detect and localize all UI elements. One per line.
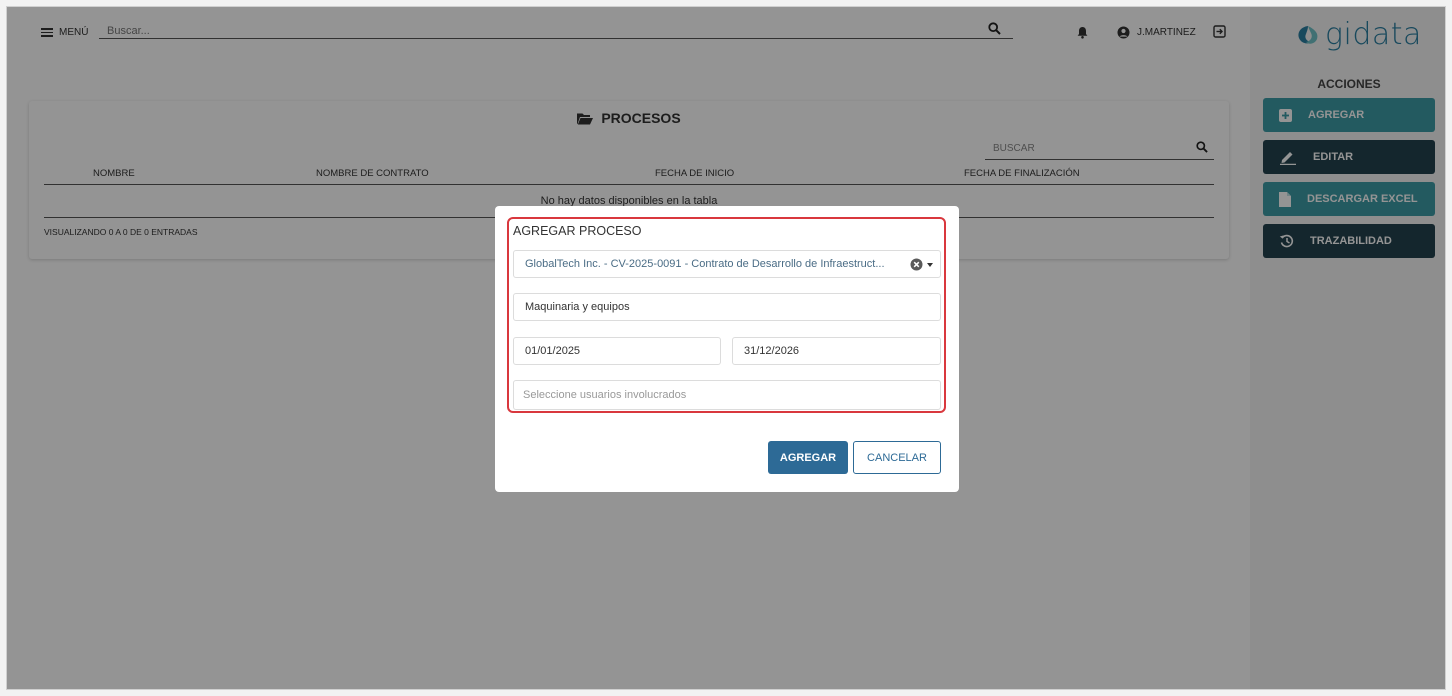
add-process-modal: AGREGAR PROCESO GlobalTech Inc. - CV-202…	[495, 206, 959, 492]
users-select-placeholder: Seleccione usuarios involucrados	[523, 389, 687, 401]
submit-add-button[interactable]: AGREGAR	[768, 441, 848, 474]
modal-title: AGREGAR PROCESO	[513, 224, 642, 238]
end-date-value: 31/12/2026	[744, 345, 800, 357]
start-date-field[interactable]: 01/01/2025	[513, 337, 721, 365]
cancel-button[interactable]: CANCELAR	[853, 441, 941, 474]
contract-select[interactable]: GlobalTech Inc. - CV-2025-0091 - Contrat…	[513, 250, 941, 278]
chevron-down-icon[interactable]	[927, 263, 933, 267]
contract-select-value: GlobalTech Inc. - CV-2025-0091 - Contrat…	[525, 258, 885, 270]
process-name-field[interactable]: Maquinaria y equipos	[513, 293, 941, 321]
end-date-field[interactable]: 31/12/2026	[732, 337, 941, 365]
process-name-value: Maquinaria y equipos	[525, 301, 630, 313]
clear-icon[interactable]	[910, 258, 923, 271]
start-date-value: 01/01/2025	[525, 345, 581, 357]
app-frame: MENÚ J.MARTINEZ gidata ACCIONES	[6, 6, 1446, 690]
users-select[interactable]: Seleccione usuarios involucrados	[513, 380, 941, 410]
